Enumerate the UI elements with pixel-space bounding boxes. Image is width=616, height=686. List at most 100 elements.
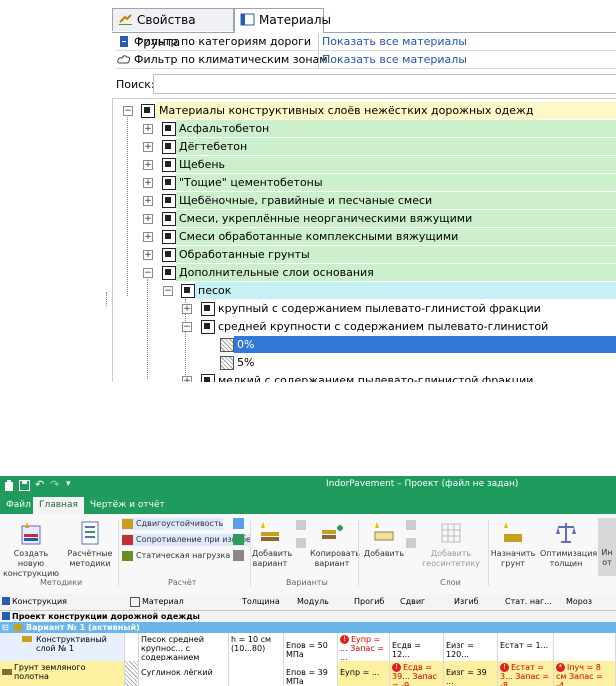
warning-icon: !	[392, 663, 401, 672]
shear-resistance-toggle[interactable]: Сдвигоустойчивость	[122, 518, 224, 530]
col-bend[interactable]: Изгиб	[454, 597, 479, 606]
col-thickness[interactable]: Толщина	[242, 597, 280, 606]
collapse-icon[interactable]: −	[163, 286, 173, 296]
tree-node-group[interactable]: + Смеси обработанные комплексными вяжущи…	[113, 228, 616, 245]
expand-icon[interactable]: +	[143, 124, 153, 134]
tree-node-group[interactable]: + Обработанные грунты	[113, 246, 616, 263]
col-frost[interactable]: Мороз	[566, 597, 592, 606]
project-icon	[2, 612, 10, 620]
delete-variant-icon[interactable]	[296, 520, 306, 530]
indorpavement-window: ↶ ↷ ▾ IndorPavement – Проект (файл не за…	[0, 476, 616, 686]
undo-icon[interactable]: ↶	[35, 478, 44, 491]
tree-node-group[interactable]: + Дёгтебетон	[113, 138, 616, 155]
delete-layer-icon[interactable]	[406, 520, 416, 530]
search-input[interactable]	[153, 74, 616, 94]
tree-leaf-selected[interactable]: 0%	[113, 336, 616, 353]
ribbon: Создать новую конструкцию Расчётные мето…	[0, 514, 616, 595]
add-variant-button[interactable]: Добавить вариант	[252, 520, 292, 569]
collapse-icon[interactable]: −	[143, 268, 153, 278]
quick-access-dropdown-icon[interactable]: ▾	[66, 479, 71, 489]
tree-node-root[interactable]: − Материалы конструктивных слоёв нежёстк…	[113, 102, 616, 119]
rename-variant-icon[interactable]	[296, 538, 306, 548]
material-cell[interactable]: Песок средней крупнос... с содержанием п…	[139, 633, 229, 661]
tree-node-sand-type[interactable]: + крупный с содержанием пылевато-глинист…	[113, 300, 616, 317]
window-title: IndorPavement – Проект (файл не задан)	[326, 479, 519, 489]
variant-row[interactable]: ⊟ Вариант № 1 (активный)	[0, 622, 616, 633]
save-icon[interactable]	[19, 480, 30, 491]
soil-icon	[119, 14, 132, 25]
splitter-handle[interactable]	[106, 292, 109, 306]
project-row[interactable]: Проект конструкции дорожной одежды	[0, 611, 616, 622]
collapse-icon[interactable]: −	[123, 106, 133, 116]
deflection-cell: ! Eупр = ... Запас = ...	[338, 633, 390, 661]
static-load-toggle[interactable]: Статическая нагрузка	[122, 550, 230, 562]
col-construction[interactable]: Конструкция	[12, 597, 67, 606]
tree-node-group-expanded[interactable]: − Дополнительные слои основания	[113, 264, 616, 281]
collapse-icon[interactable]: −	[182, 322, 192, 332]
category-icon	[162, 212, 176, 226]
add-geosynthetics-button[interactable]: Добавить геосинтетику	[418, 520, 484, 569]
expand-icon[interactable]: +	[143, 214, 153, 224]
filter-label: Фильтр по категориям дороги	[134, 35, 312, 48]
frost-icon[interactable]	[233, 518, 244, 529]
col-static[interactable]: Стат. наг...	[505, 597, 552, 606]
filter-climate-zone[interactable]: Фильтр по климатическим зонам Показать в…	[116, 51, 616, 69]
tree-leaf[interactable]: 5%	[113, 354, 616, 371]
tab-soil-properties[interactable]: Свойства грунта	[112, 8, 234, 49]
scales-icon	[556, 523, 576, 543]
tree-node-group[interactable]: + Щебень	[113, 156, 616, 173]
expand-icon[interactable]: +	[143, 160, 153, 170]
menu-file[interactable]: Файл	[6, 500, 31, 510]
expand-icon[interactable]: +	[143, 178, 153, 188]
cloud-icon	[117, 55, 131, 64]
expand-icon[interactable]: +	[182, 304, 192, 314]
copy-variant-button[interactable]: Копировать вариант	[310, 520, 360, 569]
tab-materials[interactable]: Материалы	[234, 8, 331, 33]
tree-node-group[interactable]: + "Тощие" цементобетоны	[113, 174, 616, 191]
expand-icon[interactable]: +	[182, 376, 192, 382]
expand-icon[interactable]: +	[143, 232, 153, 242]
warning-icon: !	[340, 635, 349, 644]
filter-road-category[interactable]: Фильтр по категориям дороги Показать все…	[116, 33, 616, 51]
col-modulus[interactable]: Модуль	[297, 597, 329, 606]
expand-icon[interactable]: +	[143, 250, 153, 260]
handle-cell[interactable]	[125, 633, 139, 661]
material-cell[interactable]: Суглинок лёгкий	[139, 661, 229, 686]
add-layer-button[interactable]: Добавить	[362, 520, 406, 559]
chart-icon[interactable]	[233, 534, 244, 545]
menu-home[interactable]: Главная	[33, 497, 84, 514]
expand-icon[interactable]: +	[143, 142, 153, 152]
shear-icon	[122, 519, 133, 529]
new-construction-button[interactable]: Создать новую конструкцию	[2, 520, 60, 579]
table-row[interactable]: Грунт земляного полотна Суглинок лёгкий …	[0, 661, 616, 686]
category-icon	[162, 140, 176, 154]
move-layer-icon[interactable]	[406, 538, 416, 548]
bend-resistance-toggle[interactable]: Сопротивление при изгибе	[122, 534, 251, 546]
more-ribbon-button[interactable]: Ин от	[598, 518, 616, 576]
bend-cell: Eизг = 39 ...	[444, 661, 498, 686]
settings-small-icon[interactable]	[233, 550, 244, 561]
filter-value[interactable]: Показать все материалы	[318, 51, 467, 68]
collapse-icon[interactable]: ⊟	[2, 623, 9, 632]
category-icon	[162, 248, 176, 262]
thickness-cell[interactable]: h = 10 см (10...80)	[229, 633, 284, 661]
tree-node-sand-type[interactable]: + мелкий с содержанием пылевато-глинисто…	[113, 372, 616, 382]
col-deflection[interactable]: Прогиб	[354, 597, 384, 606]
tree-node-group[interactable]: + Асфальтобетон	[113, 120, 616, 137]
optimize-thickness-button[interactable]: Оптимизация толщин	[540, 520, 597, 569]
table-row[interactable]: Конструктивный слой № 1 Песок средней кр…	[0, 633, 616, 661]
tree-node-group[interactable]: + Щебёночные, гравийные и песчаные смеси	[113, 192, 616, 209]
assign-ground-button[interactable]: Назначить грунт	[490, 520, 536, 569]
calc-methods-button[interactable]: Расчётные методики	[66, 520, 114, 569]
col-material[interactable]: Материал	[142, 597, 184, 606]
group-label: Слои	[440, 578, 461, 587]
frost-warning-icon: *	[556, 663, 565, 672]
menu-drawing-report[interactable]: Чертёж и отчёт	[90, 500, 165, 510]
tree-node-sand-type-expanded[interactable]: − средней крупности с содержанием пылева…	[113, 318, 616, 335]
col-shear[interactable]: Сдвиг	[400, 597, 425, 606]
expand-icon[interactable]: +	[143, 196, 153, 206]
tree-node-group[interactable]: + Смеси, укреплённые неорганическими вяж…	[113, 210, 616, 227]
filter-value[interactable]: Показать все материалы	[318, 33, 467, 50]
tree-node-sand[interactable]: − песок	[113, 282, 616, 299]
redo-icon[interactable]: ↷	[50, 478, 59, 491]
